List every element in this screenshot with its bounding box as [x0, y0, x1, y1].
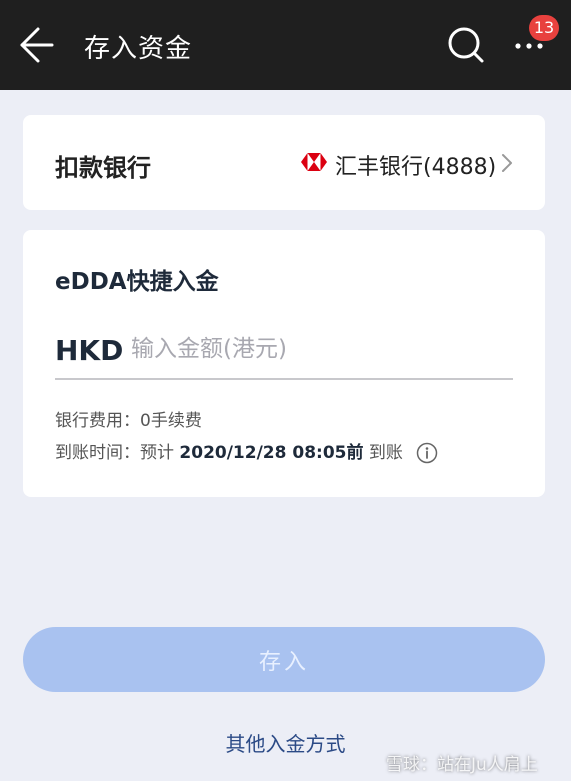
bank-name: 汇丰银行(4888) — [335, 155, 497, 180]
edda-deposit-card: eDDA快捷入金 HKD 银行费用：0手续费 到账时间：预计 2020/12/2… — [23, 230, 545, 497]
debit-bank-selector[interactable]: 扣款银行 汇丰银行(4888) — [23, 115, 545, 210]
search-icon[interactable] — [446, 24, 486, 66]
debit-bank-label: 扣款银行 — [55, 154, 151, 182]
amount-input[interactable] — [131, 330, 511, 368]
deposit-button[interactable]: 存入 — [23, 627, 545, 692]
bank-fee-row: 银行费用：0手续费 — [55, 406, 202, 431]
edda-title: eDDA快捷入金 — [55, 269, 219, 295]
time-value: 2020/12/28 08:05前 — [179, 443, 364, 463]
info-icon[interactable] — [416, 442, 438, 464]
currency-label: HKD — [55, 334, 124, 367]
top-bar: 存入资金 13 — [0, 0, 571, 90]
page-title: 存入资金 — [84, 34, 193, 64]
time-suffix: 到账 — [363, 443, 403, 463]
fee-label: 银行费用： — [55, 411, 140, 431]
time-prefix: 预计 — [140, 443, 180, 463]
fee-value: 0手续费 — [140, 411, 202, 431]
arrival-time-row: 到账时间：预计 2020/12/28 08:05前 到账 — [55, 438, 438, 464]
hsbc-logo-icon — [301, 153, 327, 171]
notification-badge: 13 — [529, 15, 559, 41]
watermark: 雪球：站在Ju人肩上 — [386, 755, 538, 775]
chevron-right-icon — [501, 153, 513, 173]
back-arrow-icon[interactable] — [18, 24, 58, 66]
time-label: 到账时间： — [55, 443, 140, 463]
amount-underline — [55, 378, 513, 380]
